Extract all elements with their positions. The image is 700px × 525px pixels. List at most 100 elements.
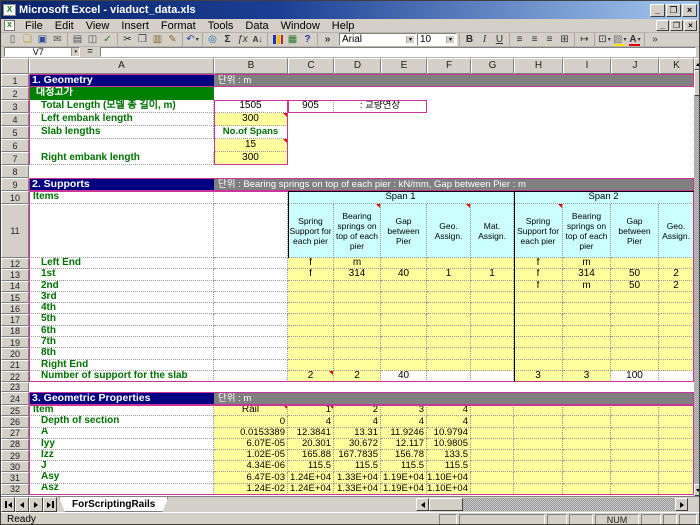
cell-F13[interactable]: 1 bbox=[427, 269, 471, 280]
cell-I21[interactable] bbox=[563, 360, 611, 371]
column-header-d[interactable]: D bbox=[334, 58, 381, 74]
row-header-32[interactable]: 32 bbox=[1, 484, 29, 495]
cell-I27[interactable] bbox=[563, 428, 611, 439]
scroll-up-icon[interactable] bbox=[694, 58, 700, 70]
row-header-4[interactable]: 4 bbox=[1, 113, 29, 126]
cell-G19[interactable] bbox=[471, 337, 514, 348]
cell-C16[interactable] bbox=[288, 303, 334, 314]
cell-D21[interactable] bbox=[334, 360, 381, 371]
align-right-icon[interactable]: ≡ bbox=[542, 33, 557, 46]
cell-F25[interactable]: 4 bbox=[427, 405, 471, 416]
cell-A16[interactable]: 4th bbox=[29, 303, 214, 314]
cell-J30[interactable] bbox=[611, 461, 659, 472]
column-header-a[interactable]: A bbox=[29, 58, 214, 74]
cell-A32[interactable]: Asz bbox=[29, 484, 214, 495]
row-header-9[interactable]: 9 bbox=[1, 178, 29, 191]
cell-A12[interactable]: Left End bbox=[29, 258, 214, 269]
formula-input[interactable] bbox=[100, 47, 696, 57]
name-box[interactable]: V7 ▾ bbox=[4, 47, 80, 57]
row-header-30[interactable]: 30 bbox=[1, 461, 29, 472]
row-header-17[interactable]: 17 bbox=[1, 314, 29, 325]
menu-item-data[interactable]: Data bbox=[239, 20, 274, 32]
cell-G15[interactable] bbox=[471, 292, 514, 303]
vertical-scrollbar[interactable] bbox=[694, 58, 700, 496]
cell-F26[interactable]: 4 bbox=[427, 416, 471, 427]
sort-ascending-icon[interactable]: A↓ bbox=[250, 33, 265, 46]
more-buttons-fmt-icon[interactable]: » bbox=[647, 33, 662, 46]
cell-H16[interactable] bbox=[514, 303, 563, 314]
open-icon[interactable]: ❏ bbox=[20, 33, 35, 46]
cell-H19[interactable] bbox=[514, 337, 563, 348]
cell-C22[interactable]: 2 bbox=[288, 371, 334, 382]
minimize-button[interactable] bbox=[650, 4, 665, 17]
cell-B31[interactable]: 6.47E-03 bbox=[214, 472, 288, 483]
row-header-2[interactable]: 2 bbox=[1, 87, 29, 100]
cell-G20[interactable] bbox=[471, 348, 514, 359]
cell-G13[interactable]: 1 bbox=[471, 269, 514, 280]
cell-K16[interactable] bbox=[659, 303, 694, 314]
cell-K27[interactable] bbox=[659, 428, 694, 439]
cell-D32[interactable]: 1.33E+04 bbox=[334, 484, 381, 495]
cell-E11[interactable]: Gap between Pier bbox=[381, 204, 427, 258]
name-box-dropdown-icon[interactable]: ▾ bbox=[71, 48, 79, 56]
cell-F11[interactable]: Geo. Assign. bbox=[427, 204, 471, 258]
cell-C14[interactable] bbox=[288, 281, 334, 292]
cell-K12[interactable] bbox=[659, 258, 694, 269]
cell-A22[interactable]: Number of support for the slab bbox=[29, 371, 214, 382]
cell-B17[interactable] bbox=[214, 314, 288, 325]
cell-D27[interactable]: 13.31 bbox=[334, 428, 381, 439]
paste-function-icon[interactable]: ƒx bbox=[235, 33, 250, 46]
font-color-dropdown-icon[interactable]: ▾ bbox=[638, 36, 641, 43]
cell-B30[interactable]: 4.34E-06 bbox=[214, 461, 288, 472]
cell-B29[interactable]: 1.02E-05 bbox=[214, 450, 288, 461]
cell-H20[interactable] bbox=[514, 348, 563, 359]
increase-indent-icon[interactable]: ↦ bbox=[577, 33, 592, 46]
cell-A19[interactable]: 7th bbox=[29, 337, 214, 348]
row-header-11[interactable]: 11 bbox=[1, 204, 29, 258]
row-header-1[interactable]: 1 bbox=[1, 74, 29, 87]
cell-J15[interactable] bbox=[611, 292, 659, 303]
cell-C19[interactable] bbox=[288, 337, 334, 348]
cell-C17[interactable] bbox=[288, 314, 334, 325]
cell-J31[interactable] bbox=[611, 472, 659, 483]
cell-K19[interactable] bbox=[659, 337, 694, 348]
cell-B14[interactable] bbox=[214, 281, 288, 292]
row-header-15[interactable]: 15 bbox=[1, 292, 29, 303]
cell-A13[interactable]: 1st bbox=[29, 269, 214, 280]
cell-G26[interactable] bbox=[471, 416, 514, 427]
cell-B4[interactable]: 300 bbox=[214, 113, 288, 126]
cell-I15[interactable] bbox=[563, 292, 611, 303]
row-header-23[interactable]: 23 bbox=[1, 382, 29, 392]
row-header-7[interactable]: 7 bbox=[1, 152, 29, 165]
row-header-10[interactable]: 10 bbox=[1, 191, 29, 204]
row-header-29[interactable]: 29 bbox=[1, 450, 29, 461]
cell-H31[interactable] bbox=[514, 472, 563, 483]
cell-H17[interactable] bbox=[514, 314, 563, 325]
chart-wizard-icon[interactable] bbox=[270, 33, 285, 46]
cell-H32[interactable] bbox=[514, 484, 563, 495]
row-header-31[interactable]: 31 bbox=[1, 472, 29, 483]
cell-J22[interactable]: 100 bbox=[611, 371, 659, 382]
cell-F28[interactable]: 10.9805 bbox=[427, 439, 471, 450]
column-header-f[interactable]: F bbox=[427, 58, 471, 74]
cell-B26[interactable]: 0 bbox=[214, 416, 288, 427]
cell-D18[interactable] bbox=[334, 326, 381, 337]
cell-J29[interactable] bbox=[611, 450, 659, 461]
scroll-right-icon[interactable] bbox=[675, 498, 688, 511]
previous-sheet-icon[interactable] bbox=[15, 497, 29, 512]
cell-B32[interactable]: 1.24E-02 bbox=[214, 484, 288, 495]
row-header-3[interactable]: 3 bbox=[1, 100, 29, 113]
cell-K18[interactable] bbox=[659, 326, 694, 337]
column-header-i[interactable]: I bbox=[563, 58, 611, 74]
cell-C25[interactable]: 1 bbox=[288, 405, 334, 416]
cell-D28[interactable]: 30.672 bbox=[334, 439, 381, 450]
row-header-6[interactable]: 6 bbox=[1, 139, 29, 152]
cell-B20[interactable] bbox=[214, 348, 288, 359]
cell-J18[interactable] bbox=[611, 326, 659, 337]
cell-G30[interactable] bbox=[471, 461, 514, 472]
row-header-13[interactable]: 13 bbox=[1, 269, 29, 280]
cell-J21[interactable] bbox=[611, 360, 659, 371]
menu-item-view[interactable]: View bbox=[80, 20, 116, 32]
cell-A24[interactable]: 3. Geometric Properties bbox=[29, 392, 214, 405]
cell-B10[interactable] bbox=[214, 191, 288, 204]
